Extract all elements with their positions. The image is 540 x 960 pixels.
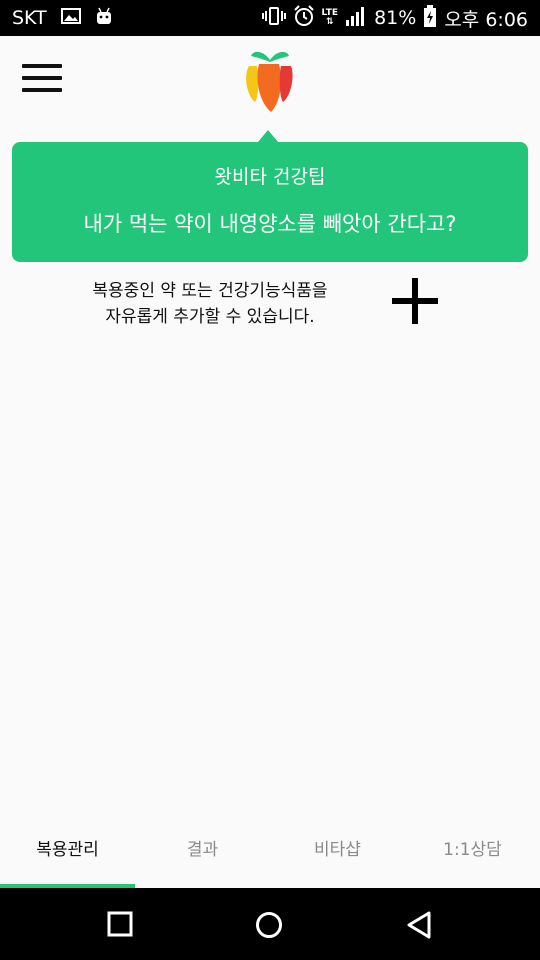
tip-body[interactable]: 내가 먹는 약이 내영양소를 빼앗아 간다고? <box>12 208 528 238</box>
back-icon[interactable] <box>404 910 434 940</box>
app-header <box>0 36 540 122</box>
add-hint-line1: 복용중인 약 또는 건강기능식품을 <box>92 281 328 301</box>
tab-medication[interactable]: 복용관리 <box>0 818 135 888</box>
lte-data-icon: LTE ⇅ <box>321 8 339 27</box>
status-bar: SKT LTE ⇅ 81% 오후 6:06 <box>0 0 540 36</box>
plus-icon[interactable] <box>392 278 438 324</box>
tab-results[interactable]: 결과 <box>135 818 270 888</box>
app-logo <box>241 46 299 114</box>
clock: 오후 6:06 <box>444 8 528 31</box>
image-icon <box>60 7 81 29</box>
system-nav-bar <box>0 888 540 960</box>
tip-pointer <box>258 130 278 142</box>
tip-title: 왓비타 건강팁 <box>214 166 326 188</box>
tab-consult[interactable]: 1:1상담 <box>405 818 540 888</box>
add-hint-line2: 자유롭게 추가할 수 있습니다. <box>105 307 315 327</box>
android-icon <box>95 7 113 30</box>
health-tip-card[interactable]: 왓비타 건강팁 내가 먹는 약이 내영양소를 빼앗아 간다고? <box>12 142 528 262</box>
hamburger-menu-icon[interactable] <box>22 64 62 92</box>
battery-percent: 81% <box>374 7 417 29</box>
add-hint: 복용중인 약 또는 건강기능식품을 자유롭게 추가할 수 있습니다. <box>60 278 360 330</box>
signal-icon <box>345 5 367 32</box>
battery-charging-icon <box>423 4 437 32</box>
alarm-icon <box>293 4 315 32</box>
vibrate-icon <box>261 6 286 31</box>
bottom-tabs: 복용관리 결과 비타샵 1:1상담 <box>0 818 540 888</box>
home-icon[interactable] <box>254 910 284 940</box>
recent-apps-icon[interactable] <box>106 910 136 940</box>
carrier-label: SKT <box>12 7 47 29</box>
tab-vitashop[interactable]: 비타샵 <box>270 818 405 888</box>
